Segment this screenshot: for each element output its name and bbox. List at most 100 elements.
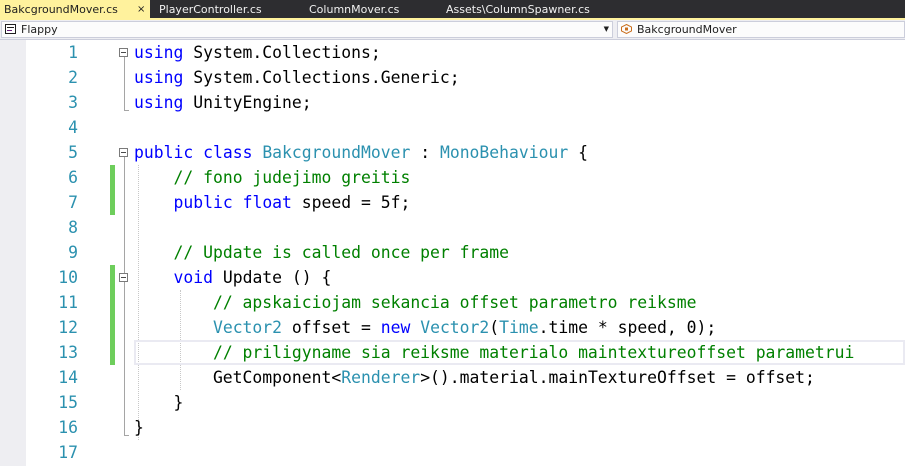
close-tab-icon[interactable]: × xyxy=(137,0,145,19)
collapse-usings-toggle[interactable] xyxy=(119,48,128,57)
class-name: BakcgroundMover xyxy=(637,23,737,36)
code-line[interactable]: // apskaiciojam sekancia offset parametr… xyxy=(134,290,697,315)
code-keyword: using xyxy=(134,43,184,62)
code-keyword: float xyxy=(242,193,292,212)
code-keyword: void xyxy=(173,268,213,287)
code-text: Update () { xyxy=(212,268,332,287)
line-number: 1 xyxy=(68,43,78,62)
code-line[interactable]: } xyxy=(134,415,144,440)
code-text: } xyxy=(134,418,144,437)
project-dropdown[interactable]: Flappy ▼ xyxy=(1,21,613,38)
code-line[interactable]: using UnityEngine; xyxy=(134,90,312,115)
code-line[interactable]: using System.Collections.Generic; xyxy=(134,65,460,90)
tab-label: PlayerController.cs xyxy=(159,3,262,16)
code-line[interactable]: public class BakcgroundMover : MonoBehav… xyxy=(134,140,588,165)
line-number: 8 xyxy=(68,218,78,237)
line-number: 14 xyxy=(58,368,78,387)
code-comment: // fono judejimo greitis xyxy=(173,168,411,187)
code-line[interactable]: void Update () { xyxy=(134,265,331,290)
code-editor[interactable]: 1 2 3 4 5 6 7 8 9 10 11 12 13 14 15 16 17 using System.C… xyxy=(0,40,905,466)
line-number: 10 xyxy=(58,268,78,287)
tab-label: Assets\ColumnSpawner.cs xyxy=(446,3,590,16)
code-line[interactable]: public float speed = 5f; xyxy=(134,190,410,215)
code-line[interactable]: // fono judejimo greitis xyxy=(134,165,410,190)
navigation-bar: Flappy ▼ BakcgroundMover xyxy=(0,20,905,40)
code-line[interactable]: GetComponent<Renderer>().material.mainTe… xyxy=(134,365,815,390)
tab-bakcgroundmover[interactable]: BakcgroundMover.cs × xyxy=(0,0,150,19)
code-type-name: MonoBehaviour xyxy=(439,143,569,162)
code-text: speed = 5f; xyxy=(291,193,411,212)
class-dropdown[interactable]: BakcgroundMover xyxy=(617,21,905,38)
tab-label: ColumnMover.cs xyxy=(309,3,400,16)
code-type-name: Renderer xyxy=(341,368,421,387)
code-comment: // Update is called once per frame xyxy=(173,243,509,262)
line-number: 12 xyxy=(58,318,78,337)
outline-end xyxy=(124,110,129,111)
outline-guide xyxy=(124,157,125,436)
tab-columnspawner[interactable]: Assets\ColumnSpawner.cs xyxy=(442,0,612,19)
line-number: 17 xyxy=(58,443,78,462)
code-text: UnityEngine; xyxy=(183,93,312,112)
indicator-margin xyxy=(0,40,26,466)
line-number: 9 xyxy=(68,243,78,262)
code-text: System.Collections.Generic; xyxy=(183,68,460,87)
line-number: 2 xyxy=(68,68,78,87)
code-line[interactable]: // priligyname sia reiksme materialo mai… xyxy=(134,340,854,365)
change-marker xyxy=(110,265,115,365)
line-number: 11 xyxy=(58,293,78,312)
code-type-name: BakcgroundMover xyxy=(262,143,411,162)
collapse-method-toggle[interactable] xyxy=(119,273,128,282)
code-line[interactable]: } xyxy=(134,390,183,415)
change-marker xyxy=(110,165,115,215)
code-line[interactable]: // Update is called once per frame xyxy=(134,240,509,265)
code-text: } xyxy=(134,393,184,412)
line-number: 16 xyxy=(58,418,78,437)
csharp-project-icon xyxy=(5,24,16,34)
code-type-name: Time xyxy=(499,318,539,337)
line-number: 5 xyxy=(68,143,78,162)
code-type-name: Vector2 xyxy=(212,318,283,337)
collapse-class-toggle[interactable] xyxy=(119,148,128,157)
line-number: 4 xyxy=(68,118,78,137)
outline-guide xyxy=(124,57,125,111)
code-comment: // priligyname sia reiksme materialo mai… xyxy=(212,343,855,362)
code-text: .time * speed, 0); xyxy=(538,318,717,337)
tab-label: BakcgroundMover.cs xyxy=(4,3,118,16)
code-text: >().material.mainTextureOffset = offset; xyxy=(420,368,815,387)
code-text: GetComponent< xyxy=(134,368,342,387)
project-name: Flappy xyxy=(21,23,58,36)
code-text: : xyxy=(410,143,440,162)
code-text: offset = xyxy=(282,318,381,337)
code-keyword: public xyxy=(173,193,233,212)
tab-columnmover[interactable]: ColumnMover.cs xyxy=(305,0,435,19)
outline-end xyxy=(124,435,129,436)
tab-playercontroller[interactable]: PlayerController.cs xyxy=(155,0,295,19)
code-keyword: class xyxy=(203,143,253,162)
code-text: System.Collections; xyxy=(183,43,381,62)
code-line[interactable]: Vector2 offset = new Vector2(Time.time *… xyxy=(134,315,716,340)
line-number: 13 xyxy=(58,343,78,362)
code-comment: // apskaiciojam sekancia offset parametr… xyxy=(212,293,697,312)
code-line[interactable]: using System.Collections; xyxy=(134,40,381,65)
code-keyword: using xyxy=(134,68,184,87)
code-keyword: using xyxy=(134,93,184,112)
class-icon xyxy=(621,24,632,34)
line-number: 6 xyxy=(68,168,78,187)
code-keyword: public xyxy=(134,143,194,162)
document-tab-strip: BakcgroundMover.cs × PlayerController.cs… xyxy=(0,0,905,20)
line-number: 15 xyxy=(58,393,78,412)
code-text: ( xyxy=(489,318,500,337)
code-text: { xyxy=(568,143,588,162)
line-number: 3 xyxy=(68,93,78,112)
